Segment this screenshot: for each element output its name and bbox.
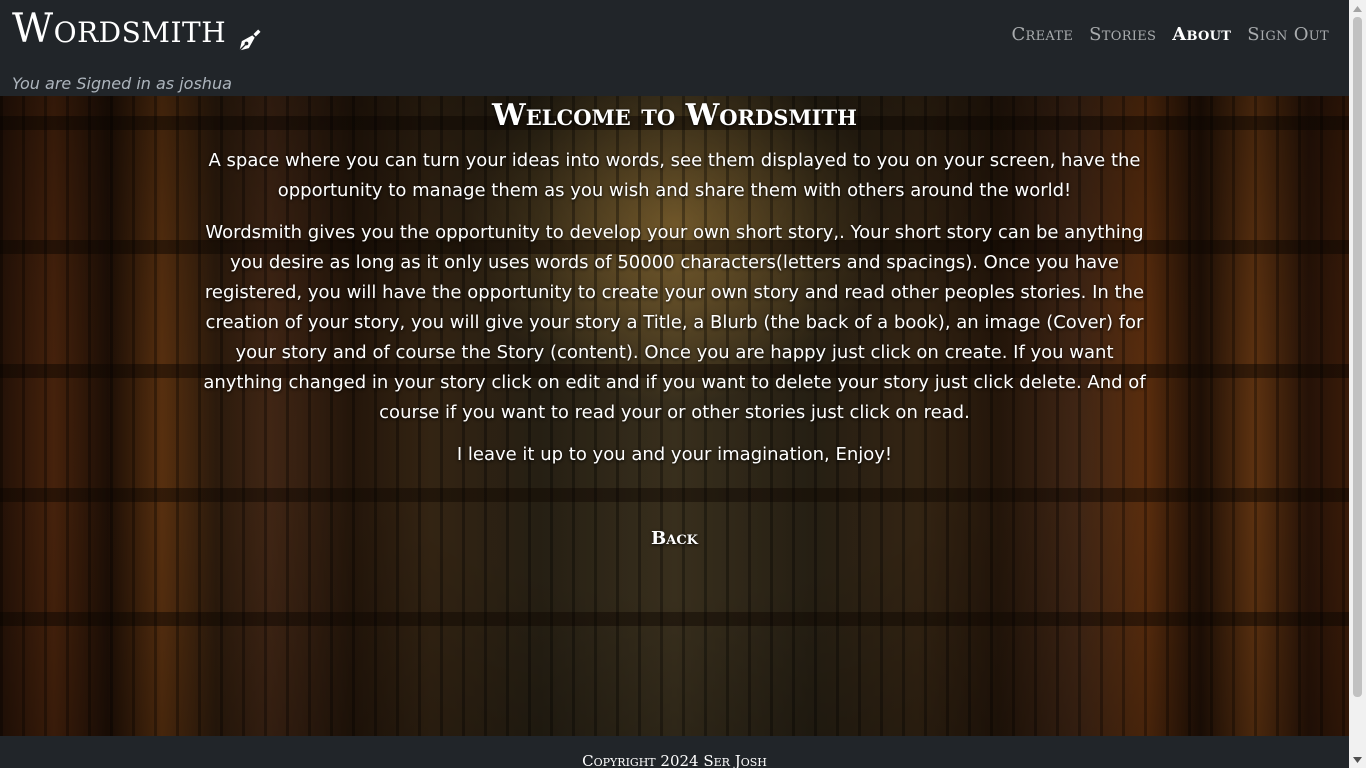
- details-paragraph: Wordsmith gives you the opportunity to d…: [203, 222, 1146, 423]
- intro-paragraph: A space where you can turn your ideas in…: [208, 150, 1141, 201]
- scrollbar-thumb[interactable]: [1353, 17, 1362, 697]
- brand-link[interactable]: Wordsmith: [12, 6, 264, 52]
- navbar: Wordsmith You are Signed in as joshua Cr…: [0, 0, 1349, 96]
- scroll-down-arrow-icon[interactable]: [1349, 751, 1366, 768]
- pen-nib-icon: [236, 18, 264, 51]
- nav-link-about[interactable]: About: [1172, 24, 1231, 45]
- back-button[interactable]: Back: [651, 528, 698, 549]
- copyright-text: Copyright 2024 Ser Josh: [582, 752, 767, 768]
- library-background: Welcome to Wordsmith A space where you c…: [0, 96, 1349, 736]
- about-content: Welcome to Wordsmith A space where you c…: [200, 96, 1149, 549]
- nav-link-sign-out[interactable]: Sign Out: [1247, 24, 1329, 45]
- nav-link-create[interactable]: Create: [1011, 24, 1073, 45]
- nav-menu: Create Stories About Sign Out: [1011, 24, 1329, 45]
- vertical-scrollbar[interactable]: [1349, 0, 1366, 768]
- closing-paragraph: I leave it up to you and your imaginatio…: [456, 444, 893, 465]
- footer: Copyright 2024 Ser Josh: [0, 736, 1349, 768]
- signed-in-status: You are Signed in as joshua: [12, 74, 232, 93]
- page: Wordsmith You are Signed in as joshua Cr…: [0, 0, 1366, 768]
- nav-link-stories[interactable]: Stories: [1089, 24, 1156, 45]
- scroll-up-arrow-icon[interactable]: [1349, 0, 1366, 17]
- page-title: Welcome to Wordsmith: [492, 98, 857, 133]
- brand-name: Wordsmith: [12, 6, 227, 52]
